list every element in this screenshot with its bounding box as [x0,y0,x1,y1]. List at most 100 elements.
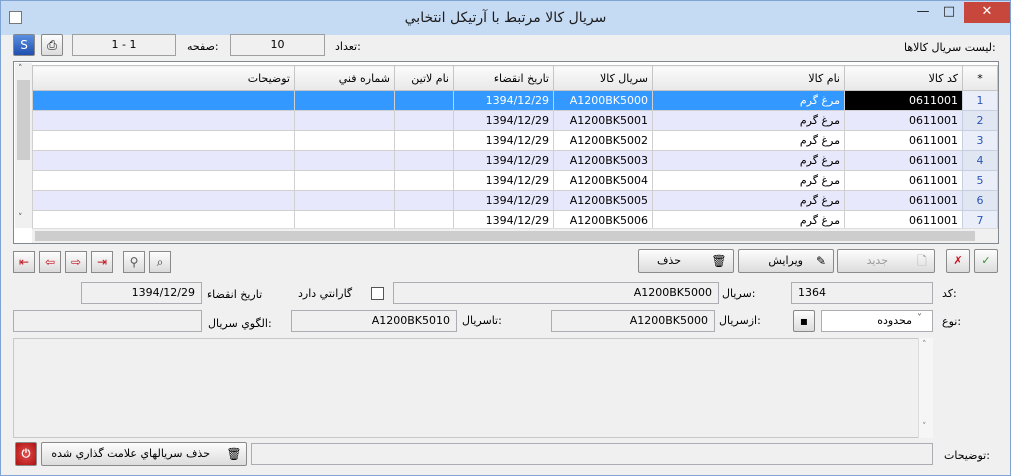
last-record-icon[interactable]: ⇥ [91,251,113,273]
cell-code[interactable]: 0611001 [844,170,963,191]
cell-tech[interactable] [294,170,395,191]
cell-desc[interactable] [32,110,295,131]
table-row[interactable]: 2 0611001 مرغ گرم A1200BK5001 1394/12/29 [32,110,998,131]
cell-latin[interactable] [394,170,454,191]
cell-serial[interactable]: A1200BK5001 [553,110,653,131]
cell-desc[interactable] [32,150,295,171]
cell-code[interactable]: 0611001 [844,150,963,171]
cell-name[interactable]: مرغ گرم [652,150,845,171]
notes-textarea[interactable] [13,338,933,438]
page-value: 1 - 1 [72,34,176,56]
cell-code[interactable]: 0611001 [844,130,963,151]
col-header-star[interactable]: * [962,65,998,91]
col-header-desc[interactable]: توضيحات [32,65,295,91]
close-icon[interactable]: ✕ [964,2,1010,23]
notes-label: توضيحات: [944,449,990,462]
cell-serial[interactable]: A1200BK5003 [553,150,653,171]
cell-tech[interactable] [294,190,395,211]
filter-icon[interactable]: ⚲ [123,251,145,273]
cell-serial[interactable]: A1200BK5000 [553,90,653,111]
table-row[interactable]: 4 0611001 مرغ گرم A1200BK5003 1394/12/29 [32,150,998,171]
serial-field[interactable]: A1200BK5000 [393,282,719,304]
col-header-code[interactable]: كد كالا [844,65,963,91]
cell-desc[interactable] [32,130,295,151]
cell-tech[interactable] [294,110,395,131]
cell-name[interactable]: مرغ گرم [652,170,845,191]
minimize-icon[interactable]: — [910,2,936,23]
cell-tech[interactable] [294,150,395,171]
cell-code[interactable]: 0611001 [844,110,963,131]
grid-vertical-scrollbar[interactable]: ˄ ˅ [15,63,32,228]
cell-name[interactable]: مرغ گرم [652,110,845,131]
confirm-icon[interactable]: ✓ [974,249,998,273]
cell-tech[interactable] [294,90,395,111]
table-row[interactable]: 5 0611001 مرغ گرم A1200BK5004 1394/12/29 [32,170,998,191]
cancel-icon[interactable]: ✗ [946,249,970,273]
edit-button[interactable]: ويرايش ✎ [738,249,834,273]
cell-name[interactable]: مرغ گرم [652,190,845,211]
to-serial-field[interactable]: A1200BK5010 [291,310,457,332]
col-header-expiry[interactable]: تاريخ انقضاء [453,65,554,91]
scroll-up-icon[interactable]: ˄ [922,340,927,350]
printer-icon[interactable]: ⎙ [41,34,63,56]
code-field[interactable]: 1364 [791,282,933,304]
cell-latin[interactable] [394,190,454,211]
col-header-tech[interactable]: شماره فني [294,65,395,91]
scroll-down-icon[interactable]: ˅ [922,422,927,432]
grid-header-row: * كد كالا نام كالا سريال كالا تاريخ انقض… [32,65,998,91]
next-record-icon[interactable]: ⇨ [65,251,87,273]
prev-record-icon[interactable]: ⇦ [39,251,61,273]
cell-tech[interactable] [294,130,395,151]
maximize-icon[interactable]: □ [936,2,962,23]
cell-desc[interactable] [32,170,295,191]
cell-serial[interactable]: A1200BK5005 [553,190,653,211]
cell-desc[interactable] [32,90,295,111]
col-header-serial[interactable]: سريال كالا [553,65,653,91]
cell-latin[interactable] [394,110,454,131]
cell-expiry[interactable]: 1394/12/29 [453,130,554,151]
warranty-checkbox[interactable] [371,287,384,300]
cell-expiry[interactable]: 1394/12/29 [453,90,554,111]
delete-button[interactable]: حذف 🗑 [638,249,734,273]
notes-field[interactable] [251,443,933,465]
chevron-down-icon[interactable]: ˅ [917,313,922,324]
cell-expiry[interactable]: 1394/12/29 [453,150,554,171]
cell-name[interactable]: مرغ گرم [652,90,845,111]
cell-desc[interactable] [32,190,295,211]
delete-marked-button[interactable]: حذف سريالهاي علامت گذاري شده 🗑 [41,442,247,466]
new-doc-icon: 🗋 [917,254,927,268]
save-icon[interactable]: ▪ [793,310,815,332]
table-row[interactable]: 3 0611001 مرغ گرم A1200BK5002 1394/12/29 [32,130,998,151]
cell-latin[interactable] [394,150,454,171]
cell-latin[interactable] [394,90,454,111]
cell-code[interactable]: 0611001 [844,190,963,211]
help-globe-icon[interactable]: S [13,34,35,56]
cell-expiry[interactable]: 1394/12/29 [453,170,554,191]
from-serial-field[interactable]: A1200BK5000 [551,310,715,332]
scroll-down-icon[interactable]: ˅ [18,213,23,223]
cell-expiry[interactable]: 1394/12/29 [453,190,554,211]
cell-code[interactable]: 0611001 [844,90,963,111]
trash-icon: 🗑 [226,447,242,461]
cell-serial[interactable]: A1200BK5002 [553,130,653,151]
table-row[interactable]: 1 0611001 مرغ گرم A1200BK5000 1394/12/29 [32,90,998,111]
find-icon[interactable]: ⌕ [149,251,171,273]
notes-scrollbar[interactable]: ˄ ˅ [918,338,933,438]
col-header-latin[interactable]: نام لاتين [394,65,454,91]
exit-icon[interactable]: ⏻ [15,442,37,466]
cell-expiry[interactable]: 1394/12/29 [453,110,554,131]
grid-horizontal-scrollbar[interactable] [32,228,998,243]
new-button[interactable]: جديد 🗋 [837,249,935,273]
serial-grid[interactable]: ˄ ˅ * كد كالا نام كالا سريال كالا تاريخ … [13,61,999,244]
vertical-scroll-thumb[interactable] [17,80,30,160]
cell-serial[interactable]: A1200BK5004 [553,170,653,191]
table-row[interactable]: 6 0611001 مرغ گرم A1200BK5005 1394/12/29 [32,190,998,211]
col-header-name[interactable]: نام كالا [652,65,845,91]
pattern-field[interactable] [13,310,202,332]
first-record-icon[interactable]: ⇤ [13,251,35,273]
expiry-field[interactable]: 1394/12/29 [81,282,202,304]
cell-name[interactable]: مرغ گرم [652,130,845,151]
scroll-up-icon[interactable]: ˄ [18,64,23,74]
horizontal-scroll-thumb[interactable] [35,231,975,241]
cell-latin[interactable] [394,130,454,151]
